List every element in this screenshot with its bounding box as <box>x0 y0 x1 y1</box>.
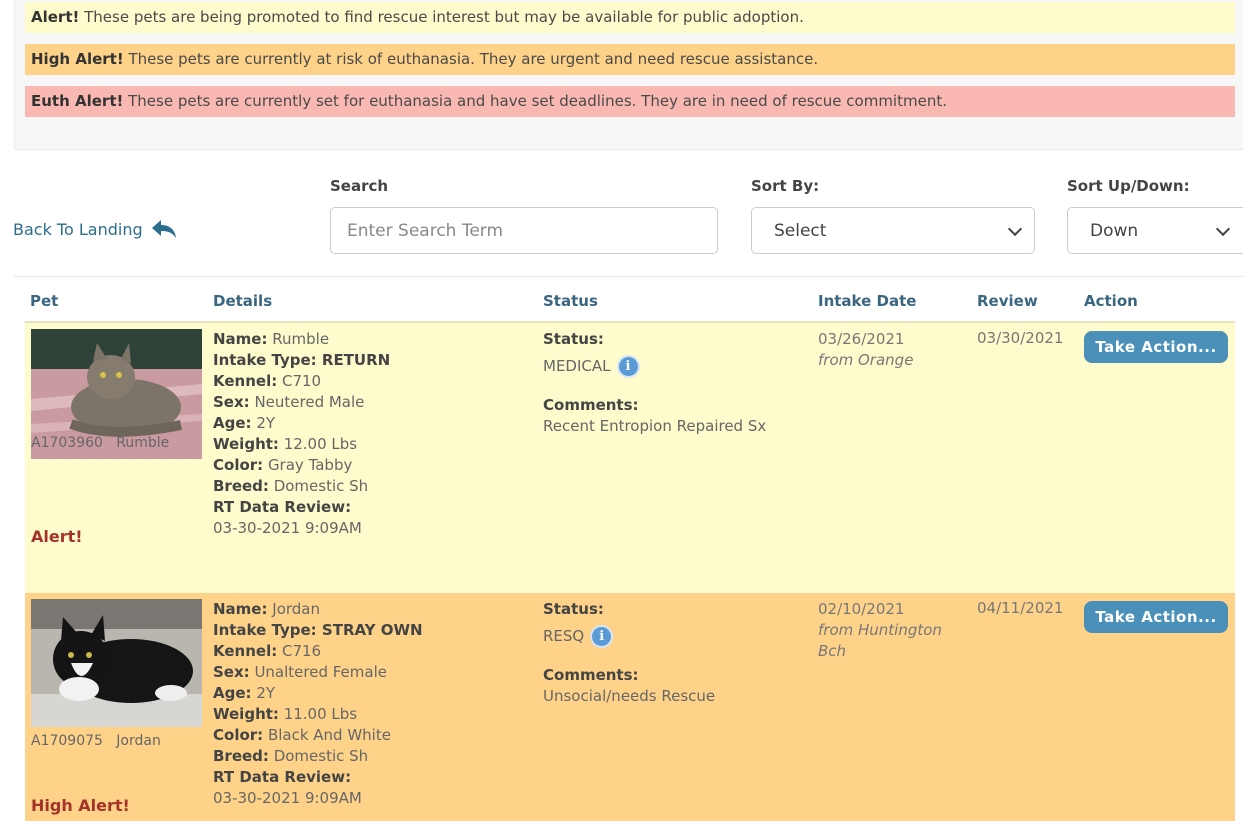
sort-direction-label: Sort Up/Down: <box>1067 177 1190 195</box>
reply-arrow-icon <box>151 220 176 238</box>
take-action-button[interactable]: Take Action... <box>1084 601 1228 633</box>
header-review: Review <box>977 292 1038 310</box>
table-row: A1709075 Jordan High Alert! Name: Jordan… <box>25 593 1235 821</box>
intake-date: 03/26/2021 from Orange <box>818 330 914 369</box>
legend-high-alert: High Alert! These pets are currently at … <box>25 44 1235 75</box>
comments-value: Recent Entropion Repaired Sx <box>543 417 767 435</box>
info-icon[interactable]: i <box>618 357 638 376</box>
pet-status: Status: MEDICAL i Comments: Recent Entrop… <box>543 330 767 435</box>
table-divider <box>14 276 1243 277</box>
pet-photo <box>31 599 202 727</box>
header-action: Action <box>1084 292 1138 310</box>
pet-id-name: A1709075 Jordan <box>31 733 161 749</box>
comments-value: Unsocial/needs Rescue <box>543 687 716 705</box>
alert-tag: Alert! <box>31 527 83 546</box>
search-label: Search <box>330 177 389 195</box>
legend-euth-alert: Euth Alert! These pets are currently set… <box>25 86 1235 117</box>
back-to-landing-link[interactable]: Back To Landing <box>13 219 177 239</box>
sort-by-label: Sort By: <box>751 177 820 195</box>
table-row: A1703960 Rumble Alert! Name: Rumble Inta… <box>25 321 1235 593</box>
pet-details: Name: Jordan Intake Type: STRAY OWN Kenn… <box>213 600 423 807</box>
take-action-button[interactable]: Take Action... <box>1084 331 1228 363</box>
pet-details: Name: Rumble Intake Type: RETURN Kennel:… <box>213 330 391 537</box>
header-details: Details <box>213 292 273 310</box>
status-value: MEDICAL <box>543 357 611 375</box>
review-date: 03/30/2021 <box>977 329 1064 347</box>
pet-status: Status: RESQ i Comments: Unsocial/needs R… <box>543 600 716 705</box>
chevron-down-icon <box>1007 221 1023 237</box>
sort-by-select[interactable]: Select <box>751 207 1035 254</box>
alert-tag: High Alert! <box>31 796 130 815</box>
review-date: 04/11/2021 <box>977 599 1064 617</box>
search-input[interactable] <box>330 207 718 254</box>
pet-id-name: A1703960 Rumble <box>31 435 170 451</box>
info-icon[interactable]: i <box>592 627 612 646</box>
sort-by-value: Select <box>774 220 827 241</box>
back-to-landing-label: Back To Landing <box>13 219 143 239</box>
header-intake-date: Intake Date <box>818 292 917 310</box>
header-status: Status <box>543 292 598 310</box>
sort-direction-select[interactable]: Down <box>1067 207 1243 254</box>
sort-direction-value: Down <box>1090 220 1139 241</box>
chevron-down-icon <box>1215 221 1231 237</box>
legend-alert: Alert! These pets are being promoted to … <box>25 2 1235 33</box>
intake-date: 02/10/2021 from Huntington Bch <box>818 600 942 660</box>
status-value: RESQ <box>543 627 585 645</box>
header-pet: Pet <box>30 292 59 310</box>
